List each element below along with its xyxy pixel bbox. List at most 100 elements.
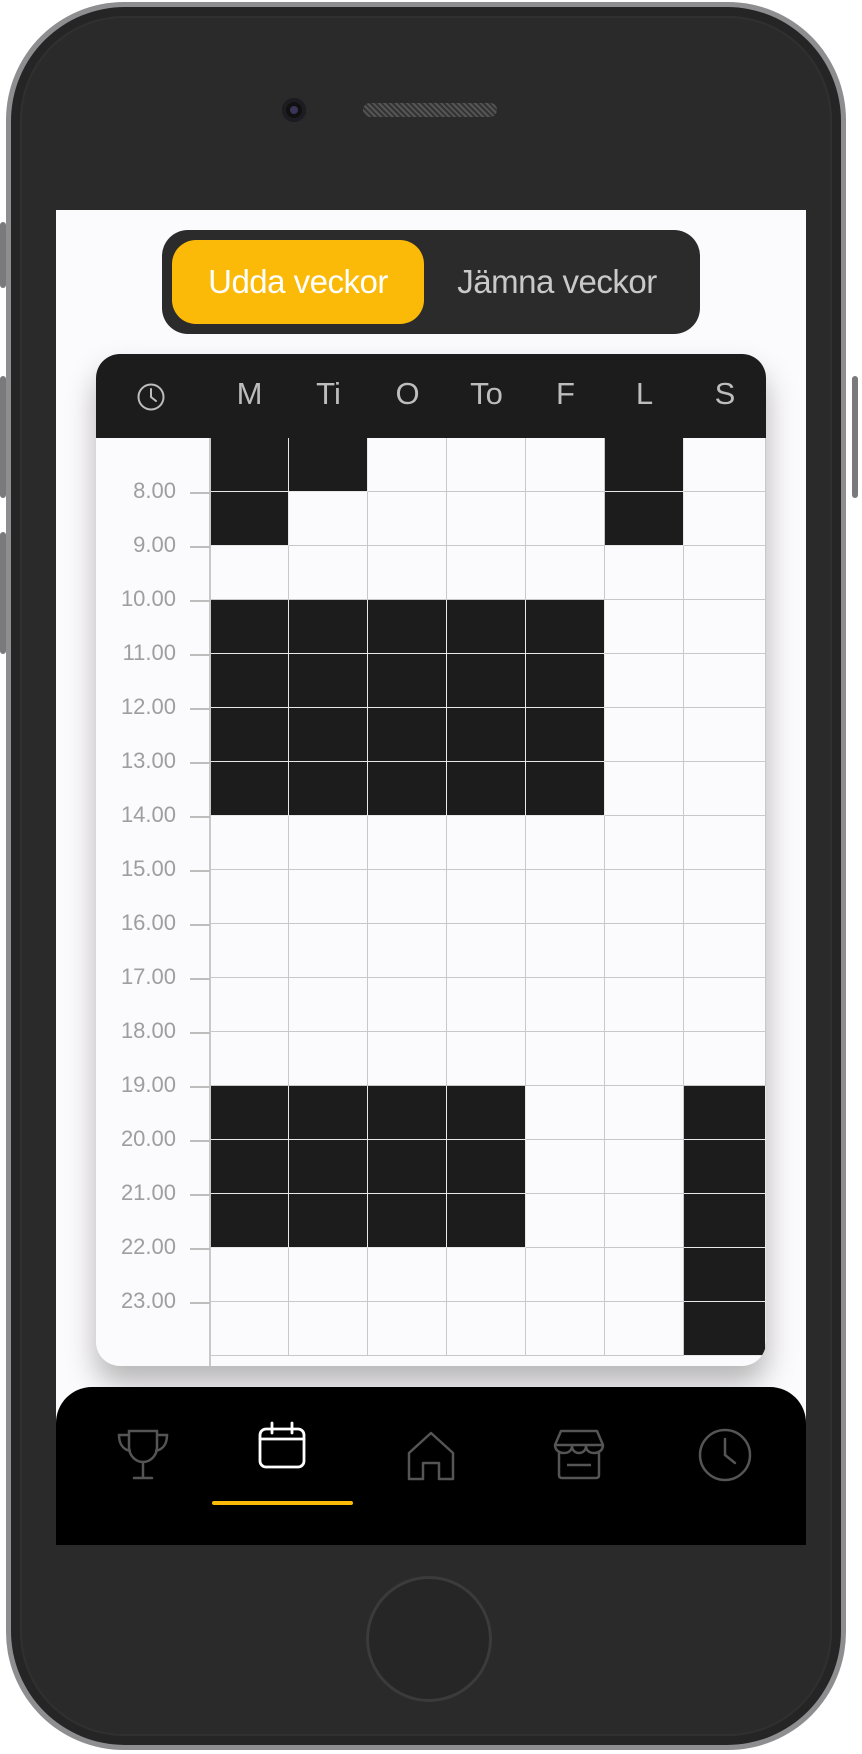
free-slot[interactable] xyxy=(684,708,766,762)
free-slot[interactable] xyxy=(210,978,289,1032)
busy-slot[interactable] xyxy=(447,600,526,654)
free-slot[interactable] xyxy=(447,816,526,870)
nav-home[interactable] xyxy=(356,1387,506,1545)
free-slot[interactable] xyxy=(605,654,684,708)
busy-slot[interactable] xyxy=(210,762,289,816)
free-slot[interactable] xyxy=(526,1194,605,1248)
free-slot[interactable] xyxy=(447,438,526,492)
free-slot[interactable] xyxy=(368,546,447,600)
busy-slot[interactable] xyxy=(210,654,289,708)
busy-slot[interactable] xyxy=(684,1302,766,1356)
busy-slot[interactable] xyxy=(210,438,289,492)
busy-slot[interactable] xyxy=(289,438,368,492)
free-slot[interactable] xyxy=(289,492,368,546)
busy-slot[interactable] xyxy=(447,762,526,816)
busy-slot[interactable] xyxy=(210,1140,289,1194)
free-slot[interactable] xyxy=(368,1302,447,1356)
free-slot[interactable] xyxy=(605,708,684,762)
free-slot[interactable] xyxy=(447,546,526,600)
free-slot[interactable] xyxy=(368,492,447,546)
busy-slot[interactable] xyxy=(605,438,684,492)
busy-slot[interactable] xyxy=(684,1140,766,1194)
free-slot[interactable] xyxy=(526,1248,605,1302)
busy-slot[interactable] xyxy=(368,762,447,816)
free-slot[interactable] xyxy=(684,816,766,870)
busy-slot[interactable] xyxy=(684,1194,766,1248)
busy-slot[interactable] xyxy=(526,762,605,816)
free-slot[interactable] xyxy=(447,1032,526,1086)
busy-slot[interactable] xyxy=(289,1140,368,1194)
free-slot[interactable] xyxy=(210,1302,289,1356)
busy-slot[interactable] xyxy=(526,708,605,762)
free-slot[interactable] xyxy=(605,924,684,978)
free-slot[interactable] xyxy=(210,870,289,924)
free-slot[interactable] xyxy=(368,870,447,924)
busy-slot[interactable] xyxy=(684,1086,766,1140)
free-slot[interactable] xyxy=(684,924,766,978)
free-slot[interactable] xyxy=(368,1248,447,1302)
free-slot[interactable] xyxy=(684,1032,766,1086)
busy-slot[interactable] xyxy=(289,1086,368,1140)
free-slot[interactable] xyxy=(526,438,605,492)
nav-store[interactable] xyxy=(504,1387,654,1545)
busy-slot[interactable] xyxy=(605,492,684,546)
busy-slot[interactable] xyxy=(447,1140,526,1194)
free-slot[interactable] xyxy=(605,546,684,600)
free-slot[interactable] xyxy=(289,1302,368,1356)
busy-slot[interactable] xyxy=(368,1140,447,1194)
free-slot[interactable] xyxy=(684,600,766,654)
busy-slot[interactable] xyxy=(368,1086,447,1140)
free-slot[interactable] xyxy=(526,1086,605,1140)
even-weeks-button[interactable]: Jämna veckor xyxy=(424,240,690,324)
busy-slot[interactable] xyxy=(368,1194,447,1248)
free-slot[interactable] xyxy=(289,546,368,600)
free-slot[interactable] xyxy=(605,600,684,654)
free-slot[interactable] xyxy=(605,762,684,816)
free-slot[interactable] xyxy=(447,1248,526,1302)
free-slot[interactable] xyxy=(605,1086,684,1140)
free-slot[interactable] xyxy=(368,978,447,1032)
nav-calendar[interactable] xyxy=(207,1387,357,1545)
free-slot[interactable] xyxy=(526,1302,605,1356)
free-slot[interactable] xyxy=(289,978,368,1032)
free-slot[interactable] xyxy=(447,978,526,1032)
free-slot[interactable] xyxy=(368,924,447,978)
free-slot[interactable] xyxy=(684,438,766,492)
free-slot[interactable] xyxy=(526,1032,605,1086)
busy-slot[interactable] xyxy=(289,762,368,816)
free-slot[interactable] xyxy=(368,816,447,870)
busy-slot[interactable] xyxy=(289,1194,368,1248)
free-slot[interactable] xyxy=(605,1032,684,1086)
busy-slot[interactable] xyxy=(447,1086,526,1140)
busy-slot[interactable] xyxy=(210,1086,289,1140)
free-slot[interactable] xyxy=(684,978,766,1032)
free-slot[interactable] xyxy=(210,924,289,978)
free-slot[interactable] xyxy=(526,870,605,924)
busy-slot[interactable] xyxy=(210,1194,289,1248)
free-slot[interactable] xyxy=(605,1194,684,1248)
free-slot[interactable] xyxy=(684,546,766,600)
busy-slot[interactable] xyxy=(289,654,368,708)
busy-slot[interactable] xyxy=(368,708,447,762)
free-slot[interactable] xyxy=(605,870,684,924)
free-slot[interactable] xyxy=(526,1140,605,1194)
free-slot[interactable] xyxy=(684,654,766,708)
free-slot[interactable] xyxy=(289,1032,368,1086)
free-slot[interactable] xyxy=(368,438,447,492)
free-slot[interactable] xyxy=(368,1032,447,1086)
busy-slot[interactable] xyxy=(289,600,368,654)
busy-slot[interactable] xyxy=(447,1194,526,1248)
free-slot[interactable] xyxy=(289,1248,368,1302)
free-slot[interactable] xyxy=(289,924,368,978)
free-slot[interactable] xyxy=(289,870,368,924)
busy-slot[interactable] xyxy=(289,708,368,762)
busy-slot[interactable] xyxy=(368,654,447,708)
free-slot[interactable] xyxy=(447,492,526,546)
free-slot[interactable] xyxy=(210,1032,289,1086)
free-slot[interactable] xyxy=(289,816,368,870)
free-slot[interactable] xyxy=(210,1248,289,1302)
free-slot[interactable] xyxy=(526,816,605,870)
free-slot[interactable] xyxy=(526,978,605,1032)
odd-weeks-button[interactable]: Udda veckor xyxy=(172,240,424,324)
home-button[interactable] xyxy=(366,1576,492,1702)
